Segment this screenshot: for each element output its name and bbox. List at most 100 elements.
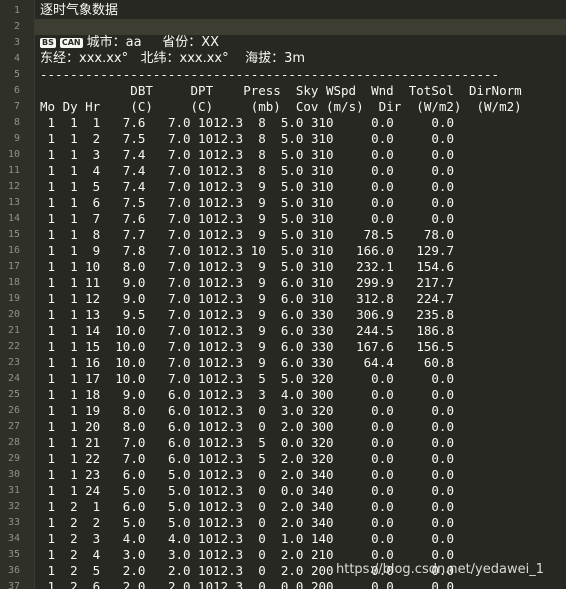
editor-line[interactable]: 22 1 1 15 10.0 7.0 1012.3 9 6.0 330 167.…	[0, 339, 566, 355]
editor-line[interactable]: 19 1 1 12 9.0 7.0 1012.3 9 6.0 310 312.8…	[0, 291, 566, 307]
table-cell: 0	[243, 403, 266, 418]
line-text: 1 1 17 10.0 7.0 1012.3 5 5.0 320 0.0 0.0	[40, 371, 454, 387]
line-text: 1 1 3 7.4 7.0 1012.3 8 5.0 310 0.0 0.0	[40, 147, 454, 163]
editor-line[interactable]: 20 1 1 13 9.5 7.0 1012.3 9 6.0 330 306.9…	[0, 307, 566, 323]
editor-line[interactable]: 5 ---------------------------------------…	[0, 67, 566, 83]
table-cell: 5.0	[265, 227, 304, 242]
line-text: BS CAN 城市：aa 省份：XX	[40, 35, 219, 51]
table-cell: 7.0	[145, 339, 191, 354]
table-cell: 0	[243, 531, 266, 546]
table-cell: 1 2 3	[40, 531, 101, 546]
editor-line[interactable]: 12 1 1 5 7.4 7.0 1012.3 9 5.0 310 0.0 0.…	[0, 179, 566, 195]
editor-line[interactable]: 2	[0, 19, 566, 35]
editor-line[interactable]: 7 Mo Dy Hr (C) (C) (mb) Cov (m/s) Dir (W/…	[0, 99, 566, 115]
table-cell: 310	[303, 163, 334, 178]
line-text: 1 2 2 5.0 5.0 1012.3 0 2.0 340 0.0 0.0	[40, 515, 454, 531]
editor-line[interactable]: 8 1 1 1 7.6 7.0 1012.3 8 5.0 310 0.0 0.0	[0, 115, 566, 131]
editor-line[interactable]: 32 1 2 1 6.0 5.0 1012.3 0 2.0 340 0.0 0.…	[0, 499, 566, 515]
editor-line[interactable]: 14 1 1 7 7.6 7.0 1012.3 9 5.0 310 0.0 0.…	[0, 211, 566, 227]
table-cell: 0.0	[393, 387, 454, 402]
table-cell: 5.0	[100, 483, 146, 498]
table-cell: 0	[243, 499, 266, 514]
editor-line[interactable]: 16 1 1 9 7.8 7.0 1012.3 10 5.0 310 166.0…	[0, 243, 566, 259]
editor-line[interactable]: 4 东经：xxx.xx° 北纬：xxx.xx° 海拔：3m	[0, 51, 566, 67]
table-cell: 1 1 19	[40, 403, 101, 418]
table-cell: 5.0	[265, 147, 304, 162]
watermark: https://blog.csdn.net/yedawei_1	[336, 562, 544, 577]
table-cell: 2.0	[100, 563, 146, 578]
line-text: 1 1 24 5.0 5.0 1012.3 0 0.0 340 0.0 0.0	[40, 483, 454, 499]
table-cell: 1012.3	[190, 259, 244, 274]
editor-line[interactable]: 13 1 1 6 7.5 7.0 1012.3 9 5.0 310 0.0 0.…	[0, 195, 566, 211]
table-cell: 9	[243, 291, 266, 306]
table-cell: 1 1 20	[40, 419, 101, 434]
editor-line[interactable]: 23 1 1 16 10.0 7.0 1012.3 9 6.0 330 64.4…	[0, 355, 566, 371]
table-cell: 1012.3	[190, 227, 244, 242]
line-number: 19	[7, 293, 20, 304]
table-cell: 340	[303, 483, 334, 498]
editor-line[interactable]: 27 1 1 20 8.0 6.0 1012.3 0 2.0 300 0.0 0…	[0, 419, 566, 435]
text-editor[interactable]: 1 逐时气象数据 2 3 BS CAN 城市：aa 省份：XX 4 东经：xxx.xx° 北纬：…	[0, 0, 566, 589]
table-cell: 1 1 6	[40, 195, 101, 210]
line-number: 1	[13, 5, 20, 16]
table-cell: 8.0	[100, 419, 146, 434]
table-cell: 0.0	[333, 403, 394, 418]
table-cell: 9	[243, 211, 266, 226]
editor-line[interactable]: 15 1 1 8 7.7 7.0 1012.3 9 5.0 310 78.5 7…	[0, 227, 566, 243]
line-text: Mo Dy Hr (C) (C) (mb) Cov (m/s) Dir (W/m…	[40, 99, 522, 115]
line-number: 29	[7, 453, 20, 464]
editor-line[interactable]: 30 1 1 23 6.0 5.0 1012.3 0 2.0 340 0.0 0…	[0, 467, 566, 483]
line-text: 1 2 4 3.0 3.0 1012.3 0 2.0 210 0.0 0.0	[40, 547, 454, 563]
table-cell: 9	[243, 355, 266, 370]
column-header-mo-dy-hr: Mo Dy Hr	[40, 99, 101, 114]
table-cell: 7.6	[100, 211, 146, 226]
editor-line[interactable]: 18 1 1 11 9.0 7.0 1012.3 9 6.0 310 299.9…	[0, 275, 566, 291]
table-cell: 310	[303, 291, 334, 306]
editor-line[interactable]: 11 1 1 4 7.4 7.0 1012.3 8 5.0 310 0.0 0.…	[0, 163, 566, 179]
table-cell: 0.0	[333, 579, 394, 589]
table-cell: 7.0	[145, 259, 191, 274]
line-text: 东经：xxx.xx° 北纬：xxx.xx° 海拔：3m	[40, 51, 306, 66]
table-cell: 0.0	[393, 131, 454, 146]
line-number: 25	[7, 389, 20, 400]
table-cell: 8	[243, 115, 266, 130]
line-number: 36	[7, 565, 20, 576]
editor-line[interactable]: 28 1 1 21 7.0 6.0 1012.3 5 0.0 320 0.0 0…	[0, 435, 566, 451]
table-cell: 0.0	[393, 547, 454, 562]
line-number: 26	[7, 405, 20, 416]
table-cell: 156.5	[393, 339, 454, 354]
table-cell: 6.0	[100, 499, 146, 514]
table-cell: 1 1 9	[40, 243, 101, 258]
table-cell: 0.0	[333, 515, 394, 530]
table-cell: 5.0	[265, 179, 304, 194]
editor-line[interactable]: 34 1 2 3 4.0 4.0 1012.3 0 1.0 140 0.0 0.…	[0, 531, 566, 547]
table-cell: 0	[243, 419, 266, 434]
editor-line[interactable]: 10 1 1 3 7.4 7.0 1012.3 8 5.0 310 0.0 0.…	[0, 147, 566, 163]
table-cell: 2.0	[265, 467, 304, 482]
table-cell: 9	[243, 195, 266, 210]
editor-line[interactable]: 9 1 1 2 7.5 7.0 1012.3 8 5.0 310 0.0 0.0	[0, 131, 566, 147]
editor-line[interactable]: 26 1 1 19 8.0 6.0 1012.3 0 3.0 320 0.0 0…	[0, 403, 566, 419]
city-province-text: 城市：aa 省份：XX	[86, 35, 220, 50]
editor-line[interactable]: 29 1 1 22 7.0 6.0 1012.3 5 2.0 320 0.0 0…	[0, 451, 566, 467]
table-cell: 0.0	[393, 371, 454, 386]
editor-line[interactable]: 1 逐时气象数据	[0, 3, 566, 19]
editor-line[interactable]: 37 1 2 6 2.0 2.0 1012.3 0 0.0 200 0.0 0.…	[0, 579, 566, 589]
line-number: 28	[7, 437, 20, 448]
editor-line[interactable]: 31 1 1 24 5.0 5.0 1012.3 0 0.0 340 0.0 0…	[0, 483, 566, 499]
table-cell: 0.0	[333, 435, 394, 450]
editor-line[interactable]: 25 1 1 18 9.0 6.0 1012.3 3 4.0 300 0.0 0…	[0, 387, 566, 403]
table-cell: 310	[303, 211, 334, 226]
table-cell: 2.0	[265, 563, 304, 578]
table-cell: 1.0	[265, 531, 304, 546]
table-cell: 1012.3	[190, 131, 244, 146]
line-text: 1 1 22 7.0 6.0 1012.3 5 2.0 320 0.0 0.0	[40, 451, 454, 467]
editor-line[interactable]: 3 BS CAN 城市：aa 省份：XX	[0, 35, 566, 51]
editor-line[interactable]: 21 1 1 14 10.0 7.0 1012.3 9 6.0 330 244.…	[0, 323, 566, 339]
editor-line[interactable]: 24 1 1 17 10.0 7.0 1012.3 5 5.0 320 0.0 …	[0, 371, 566, 387]
editor-line[interactable]: 33 1 2 2 5.0 5.0 1012.3 0 2.0 340 0.0 0.…	[0, 515, 566, 531]
editor-line[interactable]: 35 1 2 4 3.0 3.0 1012.3 0 2.0 210 0.0 0.…	[0, 547, 566, 563]
editor-line[interactable]: 17 1 1 10 8.0 7.0 1012.3 9 5.0 310 232.1…	[0, 259, 566, 275]
editor-line[interactable]: 6 DBT DPT Press Sky WSpd Wnd TotSol DirN…	[0, 83, 566, 99]
table-cell: 1012.3	[190, 307, 244, 322]
